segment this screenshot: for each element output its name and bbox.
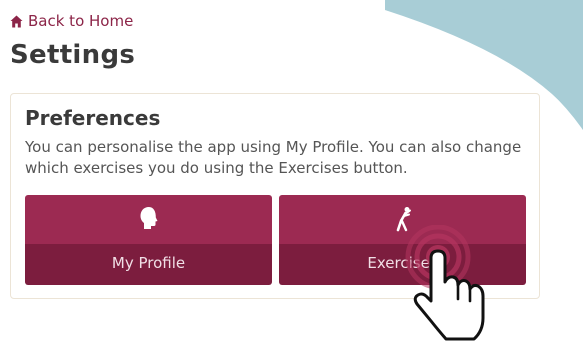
page-title: Settings xyxy=(10,40,136,70)
back-link-label: Back to Home xyxy=(28,12,134,30)
my-profile-button[interactable]: My Profile xyxy=(25,195,272,285)
preferences-description: You can personalise the app using My Pro… xyxy=(25,138,522,177)
head-silhouette-icon xyxy=(140,207,157,229)
back-to-home-link[interactable]: Back to Home xyxy=(10,12,133,30)
home-icon xyxy=(10,15,23,27)
my-profile-button-label: My Profile xyxy=(111,254,186,272)
preferences-heading: Preferences xyxy=(25,106,161,130)
tap-hand-icon xyxy=(405,225,485,341)
